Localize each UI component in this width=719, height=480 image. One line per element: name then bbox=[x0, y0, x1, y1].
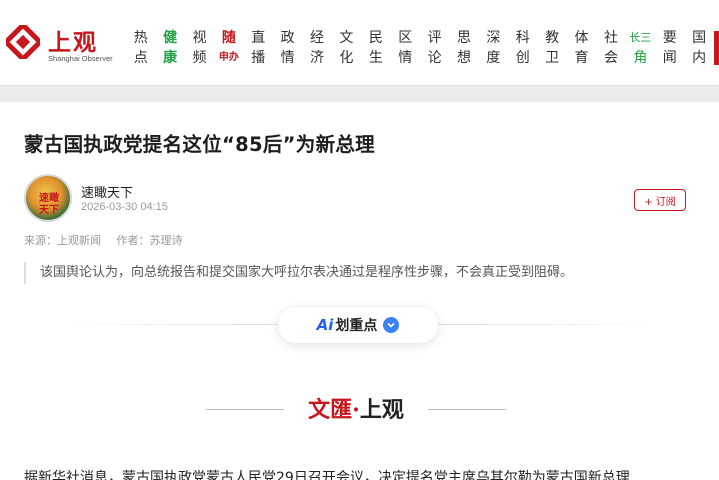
brand-wordmark: 文匯·上观 bbox=[308, 397, 404, 423]
nav-item-thought[interactable]: 思想 bbox=[449, 28, 478, 68]
nav-item-hot[interactable]: 热点 bbox=[126, 28, 155, 68]
article-writer: 作者：苏理诗 bbox=[116, 234, 183, 247]
article-body-paragraph: 据新华社消息，蒙古国执政党蒙古人民党29日召开会议，决定提名党主席乌其尔勒为蒙古… bbox=[24, 470, 630, 480]
author-name[interactable]: 速瞰天下 bbox=[81, 182, 133, 201]
article-meta: 来源：上观新闻 作者：苏理诗 bbox=[24, 232, 195, 248]
nav-item-headlines[interactable]: 要闻 bbox=[655, 28, 684, 68]
nav-item-yangtze-delta[interactable]: 长三角 bbox=[626, 28, 655, 68]
subscribe-button[interactable]: + 订阅 bbox=[634, 189, 686, 211]
ai-highlights-button[interactable]: Ai 划重点 bbox=[278, 307, 438, 343]
nav-item-tech[interactable]: 科创 bbox=[508, 28, 537, 68]
channel-nav: 热点 健康 视频 随申办 直播 政情 经济 文化 民生 区情 评论 思想 深度 … bbox=[126, 28, 714, 68]
logo-chinese-text: 上观 bbox=[48, 29, 98, 56]
logo-english-text: Shanghai Observer bbox=[48, 54, 113, 63]
article-title: 蒙古国执政党提名这位“85后”为新总理 bbox=[24, 133, 375, 156]
nav-item-education-health[interactable]: 教卫 bbox=[537, 28, 566, 68]
nav-overflow-edge[interactable] bbox=[714, 31, 719, 65]
nav-item-livelihood[interactable]: 民生 bbox=[361, 28, 390, 68]
nav-item-commentary[interactable]: 评论 bbox=[420, 28, 449, 68]
nav-item-video[interactable]: 视频 bbox=[185, 28, 214, 68]
logo-mark-icon bbox=[6, 25, 40, 59]
nav-item-health[interactable]: 健康 bbox=[155, 28, 184, 68]
site-logo[interactable]: 上观 Shanghai Observer bbox=[6, 25, 116, 67]
nav-item-politics[interactable]: 政情 bbox=[273, 28, 302, 68]
brand-divider-left bbox=[206, 409, 284, 410]
nav-item-district[interactable]: 区情 bbox=[391, 28, 420, 68]
article-card: 蒙古国执政党提名这位“85后”为新总理 速瞰 天下 速瞰天下 2026-03-3… bbox=[0, 102, 719, 480]
author-avatar[interactable]: 速瞰 天下 bbox=[24, 174, 72, 222]
nav-item-suishenban[interactable]: 随申办 bbox=[214, 28, 243, 68]
publish-time: 2026-03-30 04:15 bbox=[81, 201, 168, 213]
article-summary: 该国舆论认为，向总统报告和提交国家大呼拉尔表决通过是程序性步骤，不会真正受到阻碍… bbox=[24, 262, 704, 284]
nav-item-culture[interactable]: 文化 bbox=[332, 28, 361, 68]
ai-logo-icon: Ai bbox=[316, 316, 334, 334]
brand-divider-right bbox=[428, 409, 506, 410]
nav-item-depth[interactable]: 深度 bbox=[479, 28, 508, 68]
nav-item-economy[interactable]: 经济 bbox=[302, 28, 331, 68]
nav-item-society[interactable]: 社会 bbox=[596, 28, 625, 68]
chevron-down-icon bbox=[383, 317, 400, 333]
article-source: 来源：上观新闻 bbox=[24, 234, 101, 247]
top-navigation-bar: 上观 Shanghai Observer 热点 健康 视频 随申办 直播 政情 … bbox=[0, 0, 719, 86]
nav-item-live[interactable]: 直播 bbox=[244, 28, 273, 68]
ai-highlights-label: 划重点 bbox=[335, 318, 378, 334]
nav-item-sports[interactable]: 体育 bbox=[567, 28, 596, 68]
brand-banner: 文匯·上观 bbox=[206, 392, 506, 426]
nav-item-domestic[interactable]: 国内 bbox=[684, 28, 713, 68]
